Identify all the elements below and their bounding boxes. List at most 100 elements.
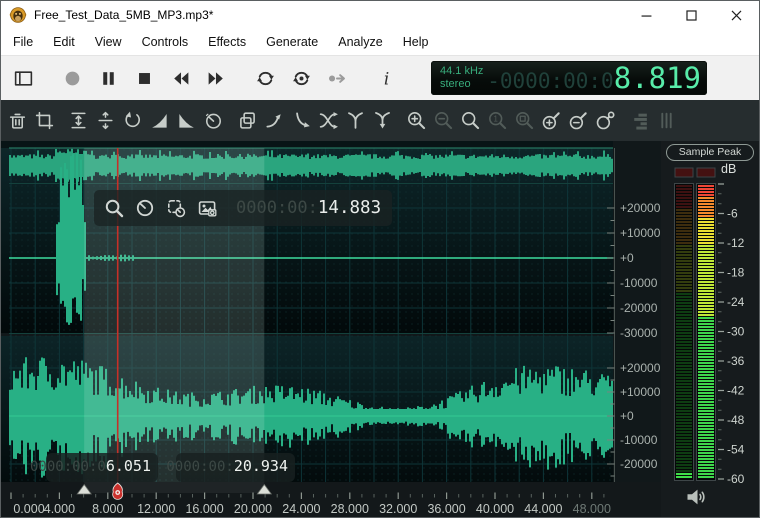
selection-end-value: 20.934 xyxy=(234,457,288,475)
menu-item-file[interactable]: File xyxy=(3,31,43,53)
menu-item-controls[interactable]: Controls xyxy=(132,31,199,53)
titlebar: Free_Test_Data_5MB_MP3.mp3* xyxy=(1,1,759,29)
crossfade-icon[interactable] xyxy=(318,110,339,131)
expand-vertical-icon[interactable] xyxy=(95,110,116,131)
db-scale-label: -30 xyxy=(727,325,745,339)
selection-length-readout: 0000:00:14.883 xyxy=(236,198,381,218)
time-readout: -0000:00:08.819 xyxy=(487,61,701,95)
amplitude-label-ch2: -20000 xyxy=(620,457,658,471)
stop-icon[interactable] xyxy=(134,68,155,89)
loop-once-icon[interactable] xyxy=(291,68,312,89)
record-icon xyxy=(62,68,83,89)
sample-rate: 44.1 kHz xyxy=(440,65,483,78)
amplitude-label-ch1: +0 xyxy=(620,251,634,265)
amplitude-label-ch2: -10000 xyxy=(620,433,658,447)
pause-icon[interactable] xyxy=(98,68,119,89)
split-y-icon[interactable] xyxy=(372,110,393,131)
curve-up-icon[interactable] xyxy=(264,110,285,131)
selection-length-value: 14.883 xyxy=(318,198,381,218)
app-window: Free_Test_Data_5MB_MP3.mp3* FileEditView… xyxy=(0,0,760,518)
db-scale-label: -6 xyxy=(727,207,738,221)
toolbar-group xyxy=(68,110,224,131)
zoom-plain-icon[interactable] xyxy=(460,110,481,131)
edit-toolbar: 1 xyxy=(1,100,759,141)
db-scale-label: -36 xyxy=(727,354,745,368)
curve-down-icon[interactable] xyxy=(291,110,312,131)
format-info: 44.1 kHz stereo xyxy=(440,65,483,91)
magnify-icon[interactable] xyxy=(104,198,124,218)
trash-icon[interactable] xyxy=(7,110,28,131)
toolbar-group xyxy=(255,68,348,89)
knob-icon[interactable] xyxy=(203,110,224,131)
menu-item-help[interactable]: Help xyxy=(393,31,439,53)
fit-vertical-icon[interactable] xyxy=(68,110,89,131)
menu-item-generate[interactable]: Generate xyxy=(256,31,328,53)
minimize-button[interactable] xyxy=(624,1,669,29)
crop-icon[interactable] xyxy=(34,110,55,131)
zoom-select-icon xyxy=(514,110,535,131)
time-display-panel[interactable]: 44.1 kHz stereo -0000:00:08.819 xyxy=(431,61,707,95)
vzoom-out-icon[interactable] xyxy=(568,110,589,131)
zoom-in-icon[interactable] xyxy=(406,110,427,131)
levels-icon xyxy=(629,110,650,131)
level-meters: -6-12-18-24-30-36-42-48-54-60 xyxy=(661,141,760,518)
time-label: 40.000 xyxy=(476,502,514,516)
amplitude-label-ch1: +20000 xyxy=(620,201,661,215)
amplitude-label-ch2: +0 xyxy=(620,409,634,423)
snapshot-icon[interactable] xyxy=(197,198,217,218)
selection-start-value: 6.051 xyxy=(106,457,151,475)
undo-icon[interactable] xyxy=(122,110,143,131)
time-label: 32.000 xyxy=(379,502,417,516)
maximize-button[interactable] xyxy=(669,1,714,29)
clip-indicator-right[interactable] xyxy=(697,168,715,177)
menu-item-analyze[interactable]: Analyze xyxy=(328,31,392,53)
selection-start-badge: 0000:00:06.051 xyxy=(46,453,158,482)
fade-out-icon[interactable] xyxy=(176,110,197,131)
window-controls xyxy=(624,1,759,29)
menu-item-edit[interactable]: Edit xyxy=(43,31,85,53)
select-effect-icon[interactable] xyxy=(166,198,186,218)
time-label: 4.000 xyxy=(44,502,75,516)
amplitude-label-ch1: +10000 xyxy=(620,226,661,240)
toolbar-group xyxy=(13,68,34,89)
close-button[interactable] xyxy=(714,1,759,29)
time-label: 24.000 xyxy=(282,502,320,516)
scroll-columns-icon xyxy=(656,110,677,131)
toolbar-group: i xyxy=(376,68,397,89)
amplitude-label-ch2: +10000 xyxy=(620,385,661,399)
speaker-icon[interactable] xyxy=(688,490,704,505)
fknob-icon[interactable] xyxy=(135,198,155,218)
zoom-one-icon: 1 xyxy=(487,110,508,131)
time-label: 48.000 xyxy=(573,502,611,516)
menu-item-effects[interactable]: Effects xyxy=(198,31,256,53)
time-label: 36.000 xyxy=(427,502,465,516)
window-title: Free_Test_Data_5MB_MP3.mp3* xyxy=(34,8,213,22)
time-label: 28.000 xyxy=(331,502,369,516)
panel-toggle-icon[interactable] xyxy=(13,68,34,89)
toolbar-group xyxy=(7,110,55,131)
copy-icon[interactable] xyxy=(237,110,258,131)
db-scale-label: -54 xyxy=(727,443,745,457)
amplitude-label-ch2: +20000 xyxy=(620,361,661,375)
time-dim-digits: -0000:00:0 xyxy=(487,69,613,93)
time-label: 20.000 xyxy=(234,502,272,516)
clip-indicator-left[interactable] xyxy=(675,168,693,177)
menubar: FileEditViewControlsEffectsGenerateAnaly… xyxy=(1,29,759,55)
transport-toolbar: i 44.1 kHz stereo -0000:00:08.819 xyxy=(1,55,759,100)
rewind-icon[interactable] xyxy=(170,68,191,89)
app-icon xyxy=(9,6,27,24)
merge-y-icon[interactable] xyxy=(345,110,366,131)
info-icon[interactable]: i xyxy=(376,68,397,89)
loop-icon[interactable] xyxy=(255,68,276,89)
amplitude-label-ch1: -10000 xyxy=(620,276,658,290)
toolbar-group: 1 xyxy=(406,110,616,131)
vzoom-reset-icon[interactable] xyxy=(595,110,616,131)
fade-in-icon[interactable] xyxy=(149,110,170,131)
channel-mode: stereo xyxy=(440,78,483,91)
vzoom-in-icon[interactable] xyxy=(541,110,562,131)
fast-forward-icon[interactable] xyxy=(206,68,227,89)
amplitude-label-ch1: -20000 xyxy=(620,301,658,315)
menu-item-view[interactable]: View xyxy=(85,31,132,53)
time-label: 16.000 xyxy=(185,502,223,516)
db-scale-label: -24 xyxy=(727,295,745,309)
